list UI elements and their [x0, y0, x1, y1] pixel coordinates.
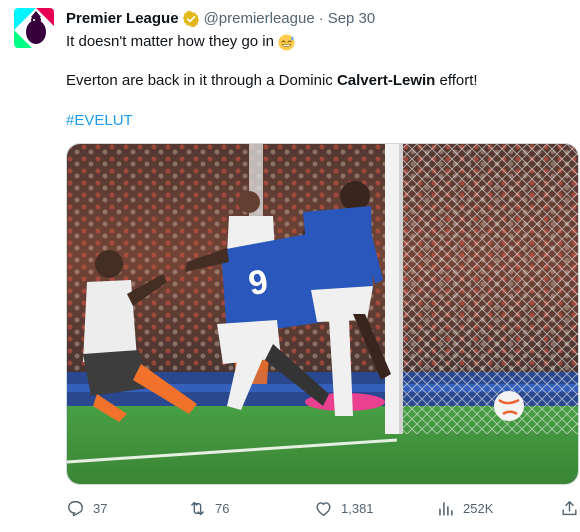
tweet-text-line1: It doesn't matter how they go in: [66, 32, 295, 52]
author-name[interactable]: Premier League: [66, 9, 179, 29]
reply-icon: [68, 500, 83, 516]
view-count: 252K: [463, 500, 494, 516]
reply-count: 37: [93, 500, 108, 516]
hashtag-link[interactable]: #EVELUT: [66, 111, 133, 131]
like-count: 1,381: [341, 500, 374, 516]
tweet-actions: 37 76 1,381 252K: [66, 496, 580, 520]
tweet-text-line2-post: effort!: [435, 72, 478, 89]
tweet-text-line2: Everton are back in it through a Dominic…: [66, 71, 478, 91]
premier-league-logo-icon: [14, 8, 54, 48]
tweet-text-line1-content: It doesn't matter how they go in: [66, 33, 274, 50]
views-button[interactable]: 252K: [436, 496, 493, 520]
verified-badge-icon[interactable]: [182, 10, 200, 28]
tweet-card[interactable]: Premier League @premierleague · Sep 30 I…: [0, 0, 580, 532]
share-button[interactable]: [560, 496, 580, 520]
tweet-header: Premier League @premierleague · Sep 30: [66, 9, 375, 29]
retweet-count: 76: [215, 500, 230, 516]
like-button[interactable]: 1,381: [314, 496, 374, 520]
tweet-text-line2-pre: Everton are back in it through a Dominic: [66, 72, 337, 89]
header-separator: ·: [318, 10, 324, 27]
views-bar-chart-icon: [439, 501, 453, 516]
author-handle[interactable]: @premierleague: [204, 9, 315, 29]
tweet-text-bold-name: Calvert-Lewin: [336, 72, 436, 89]
reply-button[interactable]: 37: [66, 496, 107, 520]
tweet-media-photo[interactable]: 9: [66, 143, 579, 485]
premier-league-avatar[interactable]: [14, 8, 54, 48]
grinning-sweat-emoji-icon: [278, 33, 295, 51]
tweet-date[interactable]: Sep 30: [328, 9, 376, 29]
football-goal-photo: 9: [67, 144, 578, 484]
share-upload-icon: [562, 500, 577, 515]
heart-icon: [316, 501, 331, 516]
retweet-icon: [191, 501, 204, 515]
retweet-button[interactable]: 76: [188, 496, 229, 520]
